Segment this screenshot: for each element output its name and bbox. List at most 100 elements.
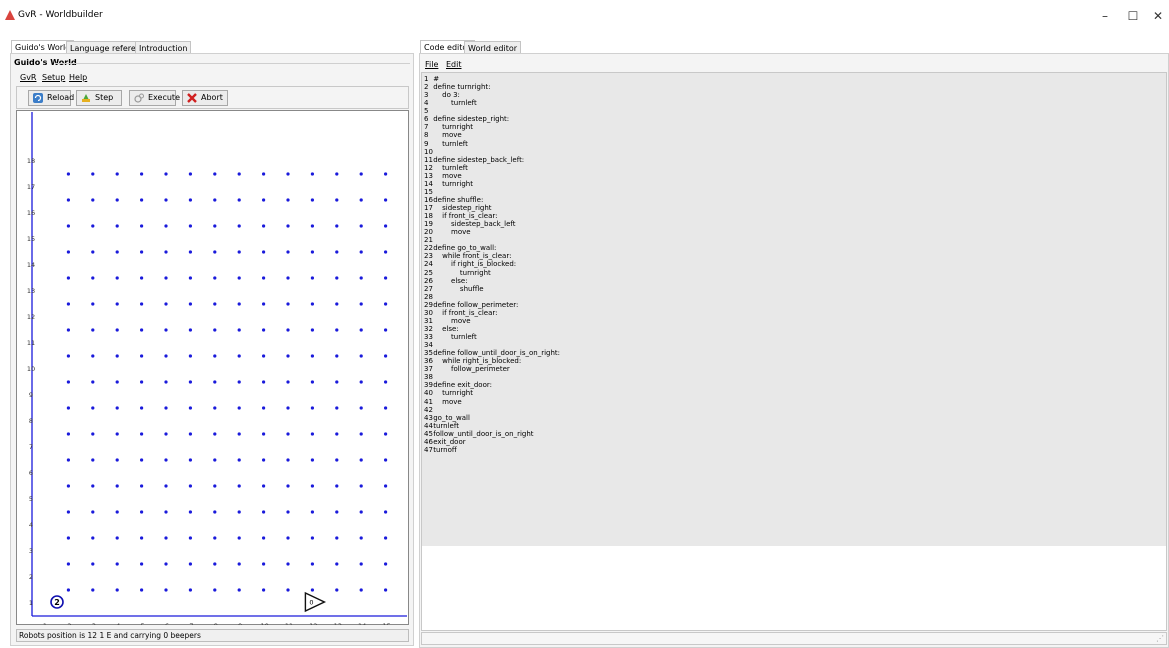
grid-dot [213, 302, 217, 306]
y-axis-label: 11 [27, 339, 35, 347]
code-line: 34 [424, 341, 560, 349]
abort-button[interactable]: Abort [182, 90, 228, 106]
y-axis-label: 16 [27, 209, 35, 217]
grid-dot [286, 328, 290, 332]
grid-dot [164, 588, 168, 592]
grid-dot [164, 458, 168, 462]
menu-gvr[interactable]: GvR [20, 73, 37, 82]
grid-dot [213, 198, 217, 202]
grid-dot [384, 172, 388, 176]
line-number: 46 [424, 437, 433, 446]
grid-dot [188, 250, 192, 254]
step-button[interactable]: Step [76, 90, 122, 106]
x-axis-label: 6 [165, 622, 169, 625]
grid-dot [115, 510, 119, 514]
grid-dot [140, 328, 144, 332]
grid-dot [91, 432, 95, 436]
y-axis-label: 7 [29, 443, 33, 451]
code-editor-empty-area[interactable] [422, 546, 1166, 630]
grid-dot [140, 562, 144, 566]
x-axis-label: 4 [116, 622, 120, 625]
line-number: 15 [424, 187, 433, 196]
grid-dot [262, 276, 266, 280]
grid-dot [335, 588, 339, 592]
code-editor-horizontal-scrollbar[interactable] [421, 632, 1167, 645]
grid-dot [66, 172, 70, 176]
code-line: 41 move [424, 398, 560, 406]
x-axis-label: 3 [92, 622, 96, 625]
maximize-button[interactable]: ☐ [1122, 6, 1144, 26]
menu-edit[interactable]: Edit [446, 60, 462, 69]
grid-dot [384, 224, 388, 228]
robot-beeper-count: 0 [309, 599, 313, 607]
grid-dot [91, 380, 95, 384]
code-line: 26 else: [424, 277, 560, 285]
grid-dot [335, 536, 339, 540]
minimize-button[interactable]: – [1094, 6, 1116, 26]
grid-dot [286, 510, 290, 514]
grid-dot [335, 380, 339, 384]
y-axis-label: 9 [29, 391, 33, 399]
grid-dot [164, 276, 168, 280]
grid-dot [188, 302, 192, 306]
grid-dot [384, 458, 388, 462]
execute-button[interactable]: Execute [129, 90, 180, 106]
menu-help[interactable]: Help [69, 73, 87, 82]
code-line-text: # [431, 75, 440, 83]
grid-dot [164, 406, 168, 410]
code-line-text: define follow_perimeter: [431, 300, 519, 309]
grid-dot [164, 380, 168, 384]
menu-file[interactable]: File [425, 60, 438, 69]
code-line: 5 [424, 107, 560, 115]
grid-dot [359, 562, 363, 566]
x-axis-label: 10 [260, 622, 268, 625]
code-line-text: move [431, 228, 471, 237]
code-line-text: turnoff [431, 445, 457, 454]
grid-dot [237, 432, 241, 436]
grid-dot [262, 510, 266, 514]
grid-dot [359, 276, 363, 280]
close-button[interactable]: ✕ [1147, 6, 1169, 26]
grid-dot [359, 406, 363, 410]
grid-dot [286, 588, 290, 592]
grid-dot [66, 224, 70, 228]
menu-setup[interactable]: Setup [42, 73, 65, 82]
y-axis-label: 13 [27, 287, 35, 295]
grid-dot [66, 406, 70, 410]
grid-dot [115, 380, 119, 384]
grid-dot [140, 172, 144, 176]
code-line-text: turnleft [431, 421, 459, 430]
line-number: 9 [424, 139, 429, 148]
line-number: 14 [424, 179, 433, 188]
grid-dot [213, 458, 217, 462]
grid-dot [140, 302, 144, 306]
code-line-text: exit_door [431, 437, 466, 446]
grid-dot [140, 198, 144, 202]
code-line: 46 exit_door [424, 438, 560, 446]
grid-dot [310, 250, 314, 254]
grid-dot [262, 536, 266, 540]
grid-dot [115, 562, 119, 566]
reload-button[interactable]: Reload [28, 90, 74, 106]
grid-dot [262, 172, 266, 176]
resize-grip-icon[interactable]: ⋰ [1156, 634, 1164, 643]
grid-dot [335, 276, 339, 280]
grid-dot [164, 536, 168, 540]
grid-dot [164, 432, 168, 436]
grid-dot [310, 276, 314, 280]
x-axis-label: 7 [189, 622, 193, 625]
grid-dot [359, 380, 363, 384]
grid-dot [335, 484, 339, 488]
line-number: 31 [424, 316, 433, 325]
grid-dot [164, 172, 168, 176]
grid-dot [164, 484, 168, 488]
code-line: 32 else: [424, 325, 560, 333]
grid-dot [384, 250, 388, 254]
grid-dot [213, 432, 217, 436]
grid-dot [115, 354, 119, 358]
code-line-text: define sidestep_right: [431, 115, 510, 124]
grid-dot [66, 302, 70, 306]
